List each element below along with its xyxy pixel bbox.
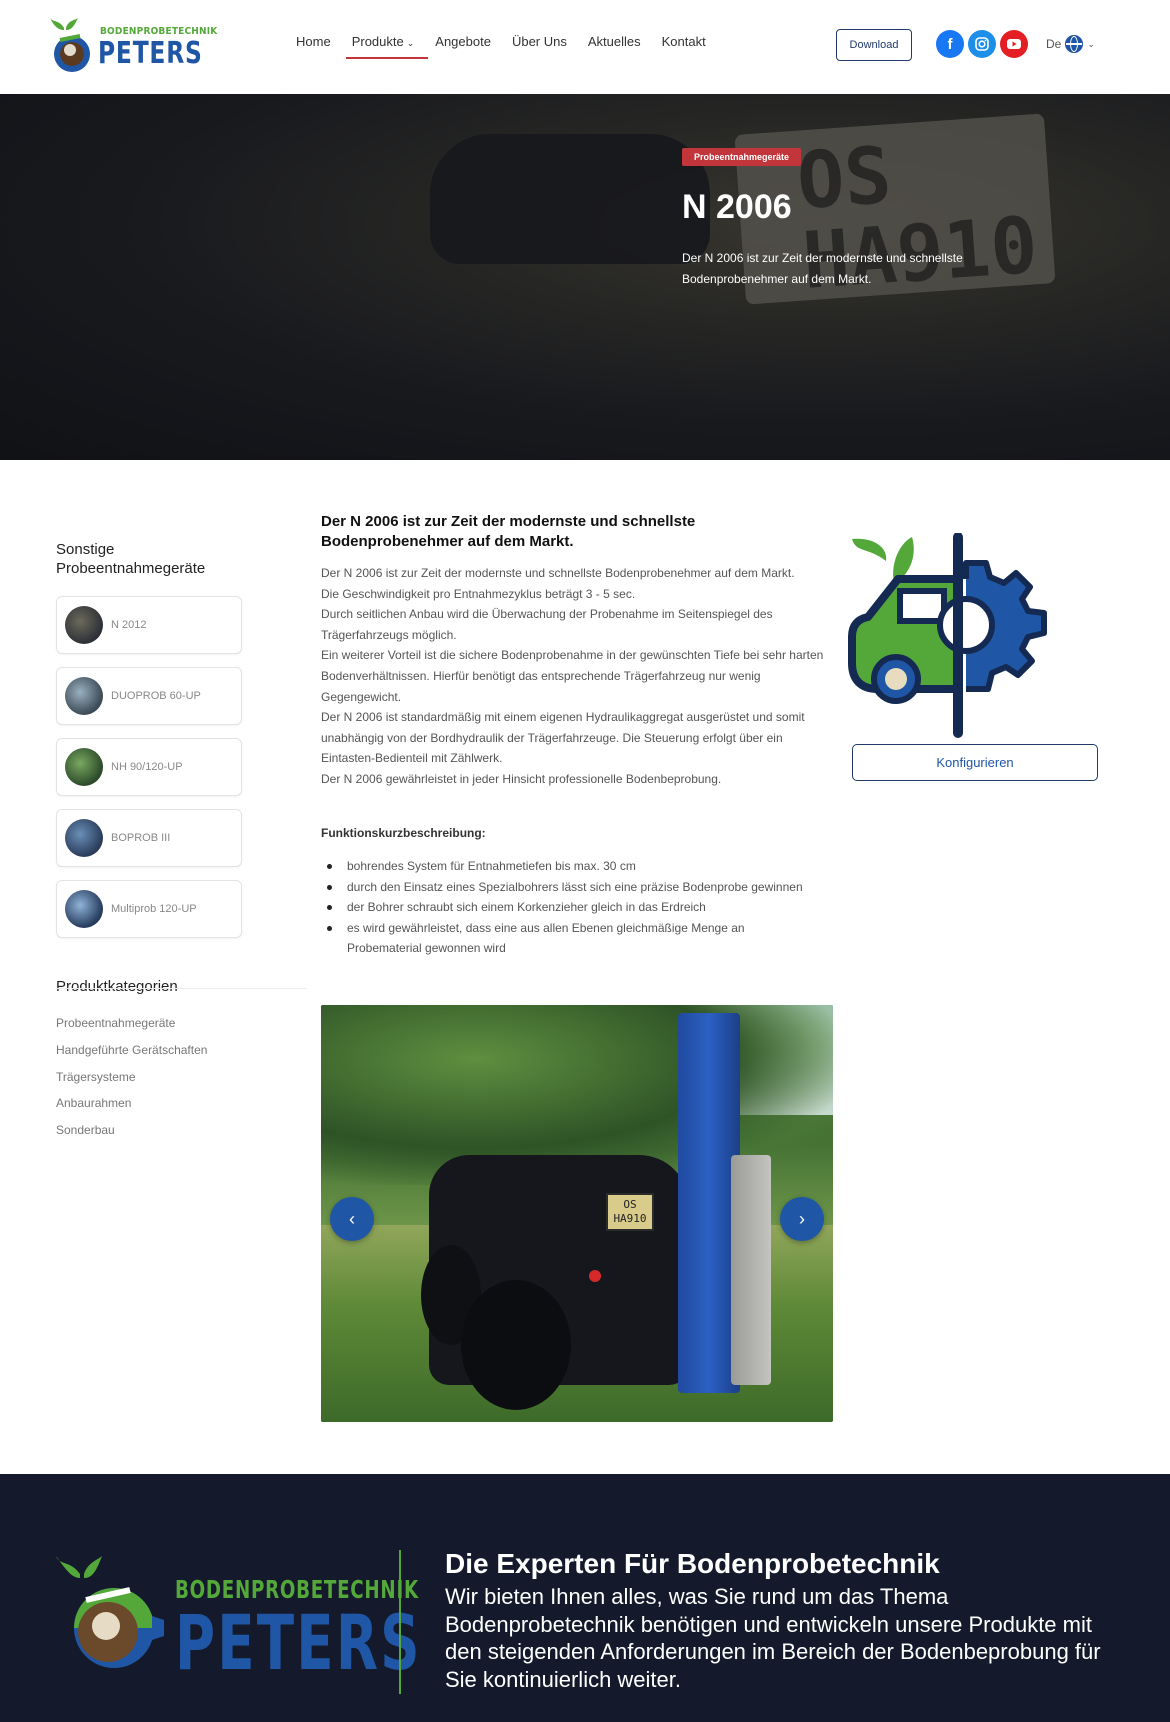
youtube-icon[interactable]: [1000, 30, 1028, 58]
nav-ueber-uns[interactable]: Über Uns: [512, 34, 567, 49]
chevron-down-icon: ⌄: [1087, 38, 1095, 49]
function-title: Funktionskurzbeschreibung:: [321, 826, 486, 840]
nav-home[interactable]: Home: [296, 34, 331, 49]
main-nav: Home Produkte ⌄ Angebote Über Uns Aktuell…: [296, 34, 727, 59]
categories-divider: [56, 988, 306, 989]
description-paragraph: Der N 2006 gewährleistet in jeder Hinsic…: [321, 771, 722, 786]
plate-line-2: HA910: [613, 1212, 647, 1225]
nav-produkte[interactable]: Produkte ⌄: [345, 34, 428, 59]
globe-icon: [1065, 35, 1084, 53]
hero-title: N 2006: [682, 188, 792, 226]
list-item: der Bohrer schraubt sich einem Korkenzie…: [321, 897, 811, 918]
category-link[interactable]: Handgeführte Gerätschaften: [56, 1043, 207, 1057]
plate-line-1: OS: [623, 1198, 637, 1211]
sidebar-product-label: BOPROB III: [111, 832, 171, 844]
product-thumbnail: [65, 606, 103, 644]
footer-title: Die Experten Für Bodenprobetechnik: [445, 1548, 940, 1579]
hero-category-badge[interactable]: Probeentnahmegeräte: [682, 148, 802, 166]
sidebar-product-nh90[interactable]: NH 90/120-UP: [56, 738, 242, 796]
description-paragraph: Der N 2006 ist standardmäßig mit einem e…: [321, 710, 805, 766]
gallery-tail-light: [589, 1270, 601, 1282]
nav-angebote[interactable]: Angebote: [435, 34, 491, 49]
download-button[interactable]: Download: [836, 29, 912, 61]
footer-brand-wordmark: PETERS: [175, 1598, 422, 1687]
nav-aktuelles[interactable]: Aktuelles: [588, 34, 641, 49]
list-item: bohrendes System für Entnahmetiefen bis …: [321, 856, 811, 877]
site-header: BODENPROBETECHNIK PETERS Home Produkte ⌄ …: [0, 0, 1170, 94]
category-link[interactable]: Sonderbau: [56, 1123, 115, 1137]
facebook-icon[interactable]: f: [936, 30, 964, 58]
product-gallery: OS HA910: [321, 1005, 833, 1422]
gallery-license-plate: OS HA910: [606, 1193, 654, 1231]
gallery-wheel: [461, 1280, 571, 1410]
gallery-next-button[interactable]: ›: [780, 1197, 824, 1241]
nav-produkte-label: Produkte: [351, 34, 404, 49]
logo-wordmark: PETERS: [98, 36, 203, 71]
gallery-sampler-column: [731, 1155, 771, 1385]
language-label: De: [1046, 37, 1062, 51]
language-switcher[interactable]: De ⌄: [1046, 35, 1095, 53]
sidebar-product-boprob[interactable]: BOPROB III: [56, 809, 242, 867]
nav-kontakt[interactable]: Kontakt: [662, 34, 706, 49]
categories-title: Produktkategorien: [56, 978, 178, 995]
list-item: es wird gewährleistet, dass eine aus all…: [321, 918, 811, 959]
configure-button[interactable]: Konfigurieren: [852, 744, 1098, 781]
gallery-prev-button[interactable]: ‹: [330, 1197, 374, 1241]
sidebar-product-multiprob[interactable]: Multiprob 120-UP: [56, 880, 242, 938]
description-paragraph: Der N 2006 ist zur Zeit der modernste un…: [321, 566, 795, 580]
sidebar-product-duoprob[interactable]: DUOPROB 60-UP: [56, 667, 242, 725]
logo-emblem-icon: [50, 18, 90, 72]
function-list: bohrendes System für Entnahmetiefen bis …: [321, 856, 811, 959]
instagram-icon[interactable]: [968, 30, 996, 58]
footer-divider: [399, 1550, 401, 1694]
description-paragraph: Durch seitlichen Anbau wird die Überwach…: [321, 607, 773, 642]
sidebar-product-label: Multiprob 120-UP: [111, 903, 197, 915]
hero-subtitle: Der N 2006 ist zur Zeit der modernste un…: [682, 251, 963, 286]
sidebar-product-label: N 2012: [111, 619, 147, 631]
footer-logo-emblem-icon: [56, 1556, 164, 1668]
configurator-icon: [848, 533, 1047, 738]
category-link[interactable]: Trägersysteme: [56, 1070, 136, 1084]
product-description: Der N 2006 ist zur Zeit der modernste un…: [321, 563, 831, 790]
sidebar-product-label: NH 90/120-UP: [111, 761, 183, 773]
product-thumbnail: [65, 748, 103, 786]
product-thumbnail: [65, 819, 103, 857]
sidebar-product-n2012[interactable]: N 2012: [56, 596, 242, 654]
product-thumbnail: [65, 677, 103, 715]
footer-text: Wir bieten Ihnen alles, was Sie rund um …: [445, 1584, 1101, 1692]
description-paragraph: Ein weiterer Vorteil ist die sichere Bod…: [321, 648, 824, 704]
category-link[interactable]: Probeentnahmegeräte: [56, 1016, 175, 1030]
sidebar-product-label: DUOPROB 60-UP: [111, 690, 201, 702]
product-thumbnail: [65, 890, 103, 928]
category-link[interactable]: Anbaurahmen: [56, 1096, 131, 1110]
site-logo[interactable]: BODENPROBETECHNIK PETERS: [50, 18, 217, 76]
sidebar-title: Sonstige Probeentnahmegeräte: [56, 541, 206, 577]
chevron-down-icon: ⌄: [406, 38, 415, 48]
list-item: durch den Einsatz eines Spezialbohrers l…: [321, 877, 811, 898]
description-paragraph: Die Geschwindigkeit pro Entnahmezyklus b…: [321, 586, 636, 601]
product-heading: Der N 2006 ist zur Zeit der modernste un…: [321, 513, 696, 550]
